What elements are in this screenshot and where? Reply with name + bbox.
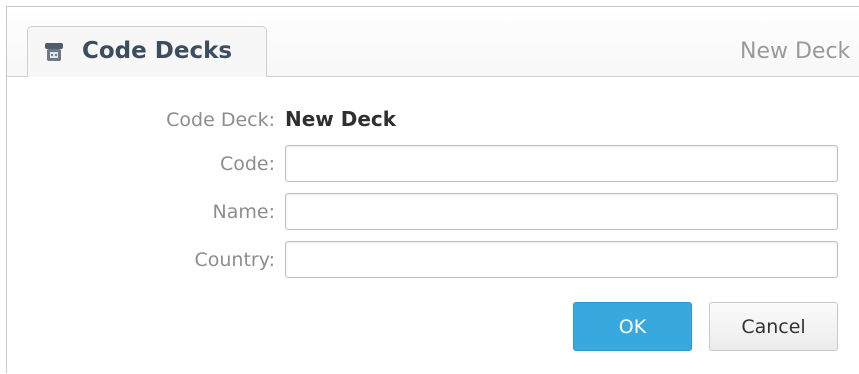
- new-deck-form: Code Deck: New Deck Code: Name: Country:…: [7, 77, 859, 374]
- code-label: Code:: [219, 153, 275, 175]
- page-title: New Deck: [740, 39, 851, 64]
- header-bar: Code Decks New Deck: [7, 7, 859, 78]
- country-label: Country:: [194, 249, 276, 271]
- tab-label: Code Decks: [82, 38, 233, 64]
- code-deck-value: New Deck: [285, 107, 397, 131]
- code-field[interactable]: [285, 145, 838, 182]
- code-deck-window: Code Decks New Deck Code Deck: New Deck …: [6, 6, 859, 374]
- ok-button[interactable]: OK: [573, 302, 692, 351]
- code-deck-label: Code Deck:: [166, 109, 275, 131]
- name-field[interactable]: [285, 193, 838, 230]
- name-label: Name:: [212, 201, 275, 223]
- country-field[interactable]: [285, 241, 838, 278]
- tab-code-decks[interactable]: Code Decks: [27, 26, 267, 78]
- phone-icon: [45, 43, 63, 61]
- cancel-button[interactable]: Cancel: [709, 302, 838, 351]
